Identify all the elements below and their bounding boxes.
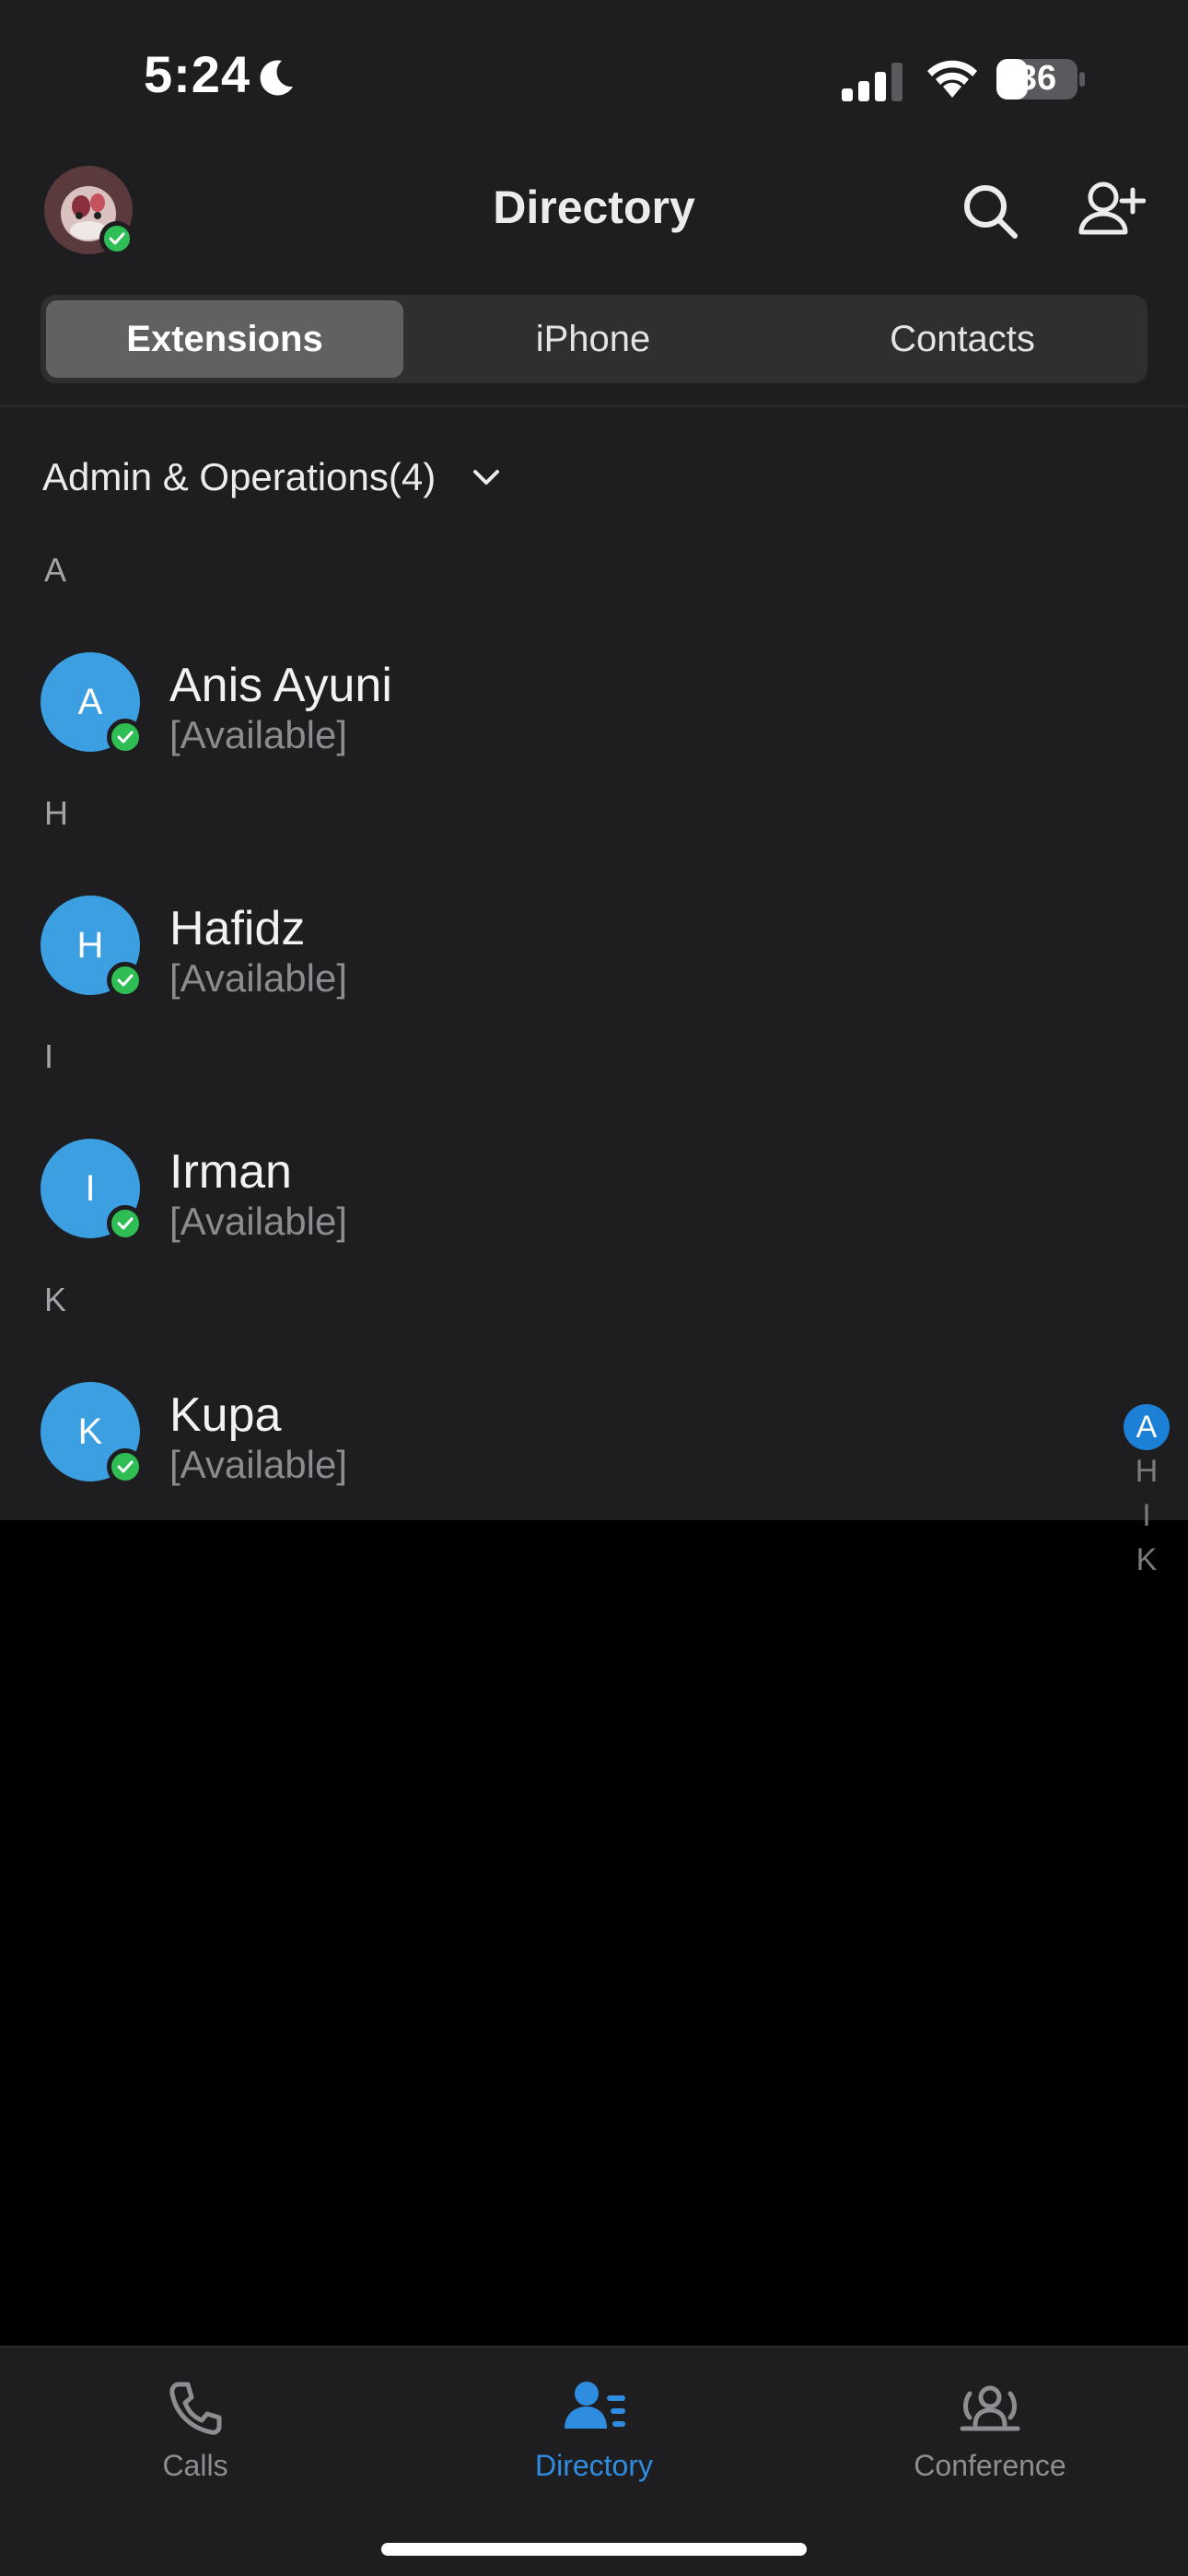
presence-available-icon bbox=[107, 1205, 144, 1242]
presence-available-icon bbox=[107, 1448, 144, 1485]
nav-directory-label: Directory bbox=[534, 2449, 653, 2482]
contact-status: [Available] bbox=[169, 1443, 348, 1486]
contact-status: [Available] bbox=[169, 1200, 348, 1243]
contact-row[interactable]: H Hafidz [Available] bbox=[0, 896, 1188, 1025]
contact-status: [Available] bbox=[169, 956, 348, 1000]
contact-row[interactable]: K Kupa [Available] bbox=[0, 1382, 1188, 1511]
bottom-tab-bar: Calls Directory Conference bbox=[0, 2346, 1188, 2576]
tab-iphone[interactable]: iPhone bbox=[414, 300, 772, 378]
cellular-signal-icon bbox=[842, 63, 903, 101]
group-selector[interactable]: Admin & Operations(4) bbox=[42, 455, 436, 499]
section-header-k: K bbox=[44, 1281, 67, 1318]
chevron-down-icon[interactable] bbox=[468, 464, 505, 490]
contact-name: Anis Ayuni bbox=[169, 659, 392, 712]
contact-status: [Available] bbox=[169, 713, 348, 756]
contact-name: Kupa bbox=[169, 1388, 282, 1442]
nav-directory[interactable]: Directory bbox=[456, 2375, 732, 2504]
contact-name: Irman bbox=[169, 1145, 292, 1199]
presence-available-icon bbox=[107, 719, 144, 755]
home-indicator[interactable] bbox=[381, 2543, 807, 2556]
phone-icon bbox=[169, 2382, 222, 2435]
directory-icon bbox=[565, 2382, 625, 2429]
index-letter-i[interactable]: I bbox=[1124, 1493, 1170, 1539]
nav-calls-label: Calls bbox=[162, 2449, 228, 2482]
segmented-control: Extensions iPhone Contacts bbox=[41, 295, 1147, 383]
section-header-i: I bbox=[44, 1037, 54, 1075]
moon-icon bbox=[260, 60, 293, 96]
battery-level: 36 bbox=[1017, 59, 1057, 98]
contact-name: Hafidz bbox=[169, 902, 306, 955]
index-letter-k[interactable]: K bbox=[1124, 1537, 1170, 1583]
contact-row[interactable]: A Anis Ayuni [Available] bbox=[0, 652, 1188, 781]
add-contact-icon[interactable] bbox=[1076, 177, 1146, 241]
index-letter-a[interactable]: A bbox=[1124, 1404, 1170, 1450]
tab-contacts[interactable]: Contacts bbox=[783, 300, 1142, 378]
section-header-h: H bbox=[44, 794, 68, 832]
wifi-icon bbox=[927, 60, 977, 98]
index-letter-h[interactable]: H bbox=[1124, 1448, 1170, 1494]
section-header-a: A bbox=[44, 551, 67, 589]
status-time: 5:24 bbox=[144, 45, 251, 103]
nav-conference[interactable]: Conference bbox=[852, 2375, 1128, 2504]
nav-conference-label: Conference bbox=[914, 2449, 1066, 2482]
nav-calls[interactable]: Calls bbox=[57, 2375, 333, 2504]
tab-extensions[interactable]: Extensions bbox=[46, 300, 403, 378]
contact-row[interactable]: I Irman [Available] bbox=[0, 1139, 1188, 1268]
header-divider bbox=[0, 405, 1188, 407]
conference-icon bbox=[960, 2385, 1020, 2431]
search-icon[interactable] bbox=[958, 179, 1022, 243]
presence-available-icon bbox=[107, 962, 144, 999]
